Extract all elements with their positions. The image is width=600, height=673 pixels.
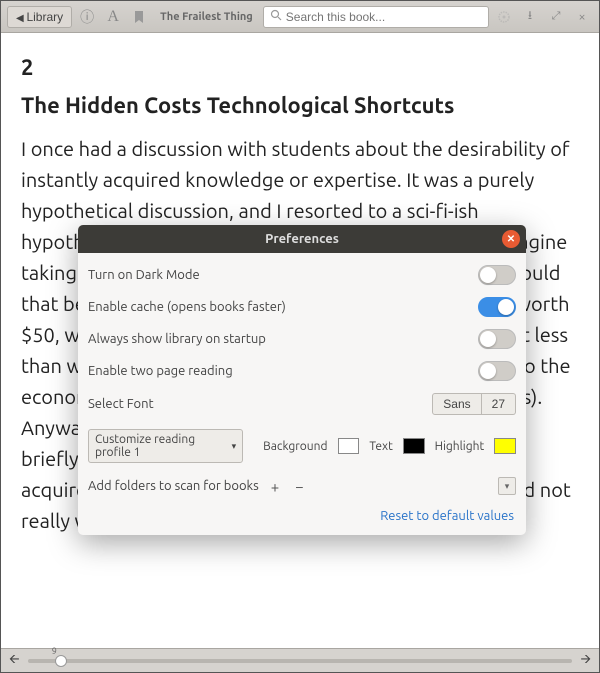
search-icon	[270, 9, 282, 24]
close-icon[interactable]: ✕	[502, 230, 520, 248]
bg-swatch[interactable]	[338, 438, 360, 454]
prev-page-arrow[interactable]: 🡨	[9, 650, 20, 672]
dark-mode-label: Turn on Dark Mode	[88, 268, 200, 282]
font-size-button[interactable]: 27	[482, 393, 516, 415]
startup-toggle[interactable]	[478, 329, 516, 349]
book-title: The Frailest Thing	[160, 11, 253, 23]
two-page-toggle[interactable]	[478, 361, 516, 381]
add-folder-button[interactable]: +	[267, 478, 283, 495]
close-window-icon[interactable]: ×	[571, 6, 593, 28]
remove-folder-button[interactable]: −	[291, 478, 307, 495]
library-button[interactable]: ◀ Library	[7, 6, 72, 28]
page-number: 9	[52, 646, 57, 656]
download-icon[interactable]: ⭳	[519, 6, 541, 28]
font-label: Select Font	[88, 397, 154, 411]
highlight-label: Highlight	[435, 440, 485, 453]
startup-label: Always show library on startup	[88, 332, 266, 346]
slider-thumb[interactable]	[55, 655, 67, 667]
search-box[interactable]	[263, 6, 489, 28]
folder-dropdown[interactable]: ▾	[498, 477, 516, 495]
chapter-title: The Hidden Costs Technological Shortcuts	[21, 89, 579, 123]
search-input[interactable]	[286, 10, 482, 24]
dark-mode-toggle[interactable]	[478, 265, 516, 285]
folders-label: Add folders to scan for books	[88, 479, 259, 493]
bg-label: Background	[263, 440, 327, 453]
toolbar: ◀ Library ⓘ A The Frailest Thing ⭳ ⤢ ×	[1, 1, 599, 33]
cache-toggle[interactable]	[478, 297, 516, 317]
chapter-number: 2	[21, 51, 579, 85]
text-swatch[interactable]	[403, 438, 425, 454]
font-icon[interactable]: A	[102, 6, 124, 28]
preferences-dialog: Preferences ✕ Turn on Dark Mode Enable c…	[78, 225, 526, 535]
font-name-button[interactable]: Sans	[432, 393, 481, 415]
text-label: Text	[369, 440, 393, 453]
reset-link[interactable]: Reset to default values	[88, 501, 516, 525]
gear-icon[interactable]	[493, 6, 515, 28]
two-page-label: Enable two page reading	[88, 364, 233, 378]
cache-label: Enable cache (opens books faster)	[88, 300, 286, 314]
chevron-down-icon: ▾	[232, 441, 237, 452]
info-icon[interactable]: ⓘ	[76, 6, 98, 28]
footer-bar: 🡨 9 🡪	[1, 648, 599, 672]
bookmark-icon[interactable]	[128, 6, 150, 28]
fullscreen-icon[interactable]: ⤢	[545, 6, 567, 28]
profile-select[interactable]: Customize reading profile 1 ▾	[88, 429, 243, 463]
progress-slider[interactable]: 9	[28, 659, 573, 663]
next-page-arrow[interactable]: 🡪	[580, 650, 591, 672]
dialog-title: Preferences	[265, 232, 339, 246]
dialog-titlebar: Preferences ✕	[78, 225, 526, 253]
highlight-swatch[interactable]	[494, 438, 516, 454]
